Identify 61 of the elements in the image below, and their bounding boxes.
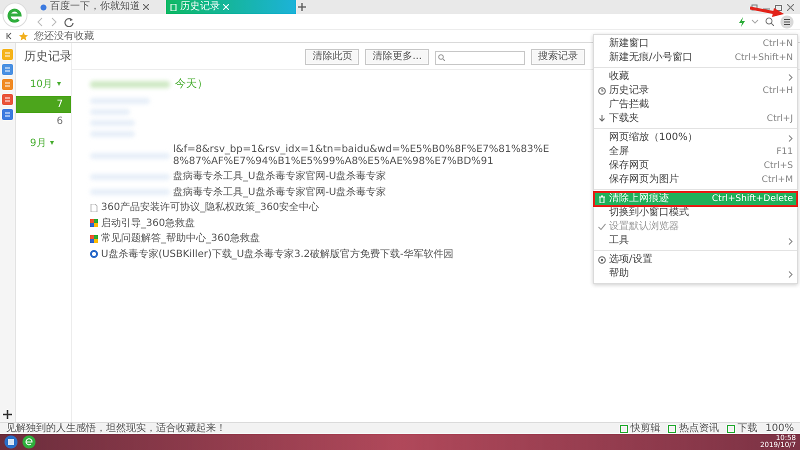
menu-item[interactable]: 选项/设置 bbox=[594, 253, 797, 267]
clear-button[interactable]: 清除更多... bbox=[365, 49, 429, 65]
history-link[interactable]: 常见问题解答_帮助中心_360急救盘 bbox=[101, 233, 260, 244]
annotation-arrow bbox=[750, 6, 784, 18]
tiles-icon bbox=[90, 234, 98, 243]
history-link[interactable]: 启动引导_360急救盘 bbox=[101, 218, 196, 229]
history-link[interactable]: 盘病毒专杀工具_U盘杀毒专家官网-U盘杀毒专家 bbox=[173, 171, 386, 182]
menu-item[interactable]: 工具 bbox=[594, 234, 797, 248]
add-icon[interactable] bbox=[3, 410, 12, 419]
gear-icon bbox=[598, 256, 606, 264]
browser-tab[interactable]: 百度一下，你就知道 bbox=[36, 0, 166, 14]
chevron-down-icon[interactable] bbox=[751, 18, 759, 24]
start-button-icon[interactable] bbox=[4, 435, 18, 449]
menu-item[interactable]: 切换到小窗口模式 bbox=[594, 206, 797, 220]
ring-icon bbox=[90, 250, 98, 258]
menu-item[interactable]: 保存网页为图片 Ctrl+M bbox=[594, 173, 797, 187]
status-message: 见解独到的人生感悟，坦然现实，适合收藏起来！ bbox=[6, 422, 226, 436]
bookmarks-empty-text: 您还没有收藏 bbox=[34, 30, 94, 44]
search-field[interactable] bbox=[435, 50, 525, 64]
clear-button[interactable]: 清除此页 bbox=[305, 49, 360, 65]
history-link[interactable]: 盘病毒专杀工具_U盘杀毒专家官网-U盘杀毒专家 bbox=[173, 186, 386, 198]
reload-icon[interactable] bbox=[64, 16, 74, 26]
date-heading: 今天） bbox=[175, 76, 208, 92]
check-icon bbox=[598, 223, 606, 231]
clock-icon bbox=[598, 87, 606, 95]
menu-item[interactable]: 下载夹 Ctrl+J bbox=[594, 112, 797, 126]
menu-item[interactable]: 历史记录 Ctrl+H bbox=[594, 84, 797, 98]
caret-icon bbox=[50, 141, 54, 146]
search-history-button[interactable]: 搜索记录 bbox=[531, 49, 585, 65]
menu-item[interactable]: 全屏 F11 bbox=[594, 145, 797, 159]
zoom-level[interactable]: 100% bbox=[765, 421, 794, 436]
page-icon bbox=[170, 4, 177, 10]
tiles-icon bbox=[90, 219, 98, 228]
new-tab-icon[interactable] bbox=[296, 0, 308, 14]
close-icon[interactable] bbox=[787, 4, 794, 10]
search-icon bbox=[438, 54, 445, 60]
day-item[interactable]: 6 bbox=[16, 112, 71, 130]
trash-icon bbox=[598, 195, 606, 203]
menu-icon[interactable] bbox=[780, 14, 794, 28]
caret-icon bbox=[56, 82, 61, 86]
menu-item[interactable]: 保存网页 Ctrl+S bbox=[594, 159, 797, 173]
menu-item[interactable]: 帮助 bbox=[594, 267, 797, 281]
menu-item[interactable]: 新建无痕/小号窗口 Ctrl+Shift+N bbox=[594, 51, 797, 65]
search-icon[interactable] bbox=[765, 17, 774, 26]
status-link[interactable]: 下载 bbox=[737, 421, 758, 436]
menu-item[interactable]: 收藏 bbox=[594, 70, 797, 84]
status-link[interactable]: 热点资讯 bbox=[678, 421, 719, 436]
menu-item[interactable]: 广告拦截 bbox=[594, 98, 797, 112]
status-link[interactable]: 快剪辑 bbox=[630, 421, 660, 436]
lightning-icon[interactable] bbox=[739, 16, 745, 26]
menu-item[interactable]: 网页缩放（100%） bbox=[594, 131, 797, 145]
menu-item[interactable]: 新建窗口 Ctrl+N bbox=[594, 37, 797, 51]
close-icon[interactable] bbox=[143, 4, 149, 10]
history-link[interactable]: U盘杀毒专家(USBKiller)下载_U盘杀毒专家3.2破解版官方免费下载-华军软件园 bbox=[101, 248, 454, 260]
maximize-icon[interactable] bbox=[775, 4, 782, 10]
restore-icon[interactable] bbox=[751, 4, 758, 10]
browser-taskbar-icon[interactable] bbox=[22, 435, 36, 449]
page-title: 历史记录 bbox=[24, 49, 72, 65]
history-link[interactable]: 360产品安装许可协议_隐私权政策_360安全中心 bbox=[101, 202, 320, 214]
page-icon bbox=[90, 204, 98, 212]
history-link[interactable]: l&f=8&rsv_bp=1&rsv_idx=1&tn=baidu&wd=%E5%B0%8F%E7%81%83%E8%87%AF%E7%94%B1%E5%99%A8%E5%AE%98%E7%BD%91 bbox=[173, 144, 560, 167]
